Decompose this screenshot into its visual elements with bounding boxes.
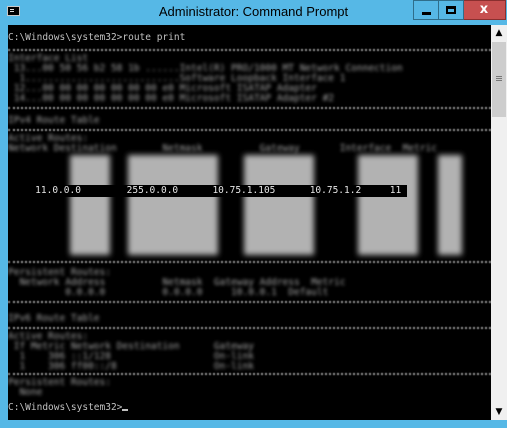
- blurred-route-block: [244, 155, 314, 255]
- blurred-route-block: [128, 155, 218, 255]
- minimize-icon: [422, 12, 431, 15]
- ipv6-route-row: 1 306 ff00::/8 On-link: [8, 361, 254, 372]
- ipv6-header: IPv6 Route Table: [8, 313, 100, 324]
- console-output[interactable]: C:\Windows\system32>route print Interfac…: [8, 25, 491, 420]
- highlighted-route: 11.0.0.0 255.0.0.0 10.75.1.105 10.75.1.2…: [12, 185, 408, 197]
- maximize-button[interactable]: [439, 0, 464, 20]
- persistent-row: 0.0.0.0 0.0.0.0 10.0.0.1 Default: [8, 287, 329, 298]
- separator: [8, 129, 491, 132]
- separator: [8, 107, 491, 110]
- separator: [8, 49, 491, 52]
- close-button[interactable]: x: [464, 0, 506, 20]
- command-line: C:\Windows\system32>route print: [8, 32, 186, 43]
- minimize-button[interactable]: [413, 0, 439, 20]
- separator: [8, 261, 491, 264]
- title-bar[interactable]: Administrator: Command Prompt x: [0, 0, 507, 24]
- separator: [8, 373, 491, 376]
- separator: [8, 327, 491, 330]
- scrollbar-thumb[interactable]: [492, 42, 506, 117]
- interface-line: 14...00 00 00 00 00 00 00 e0 Microsoft I…: [8, 93, 335, 104]
- prompt-text: C:\Windows\system32>: [8, 402, 123, 413]
- maximize-icon: [446, 6, 456, 14]
- blurred-route-block: [358, 155, 418, 255]
- route-columns: Network Destination Netmask Gateway Inte…: [8, 143, 437, 154]
- text-cursor: [122, 409, 129, 411]
- separator: [8, 301, 491, 304]
- scroll-up-arrow-icon[interactable]: ▲: [491, 25, 507, 41]
- vertical-scrollbar[interactable]: ▲ ▼: [491, 25, 507, 420]
- command-prompt-window: Administrator: Command Prompt x C:\Windo…: [0, 0, 507, 428]
- ipv4-header: IPv4 Route Table: [8, 115, 100, 126]
- scroll-down-arrow-icon[interactable]: ▼: [491, 404, 507, 420]
- prompt-line: C:\Windows\system32>: [8, 402, 129, 414]
- blurred-route-block: [70, 155, 110, 255]
- ipv6-persistent-none: None: [8, 387, 43, 398]
- close-icon: x: [479, 2, 489, 17]
- window-bottom-border: [0, 420, 507, 428]
- blurred-route-block: [438, 155, 462, 255]
